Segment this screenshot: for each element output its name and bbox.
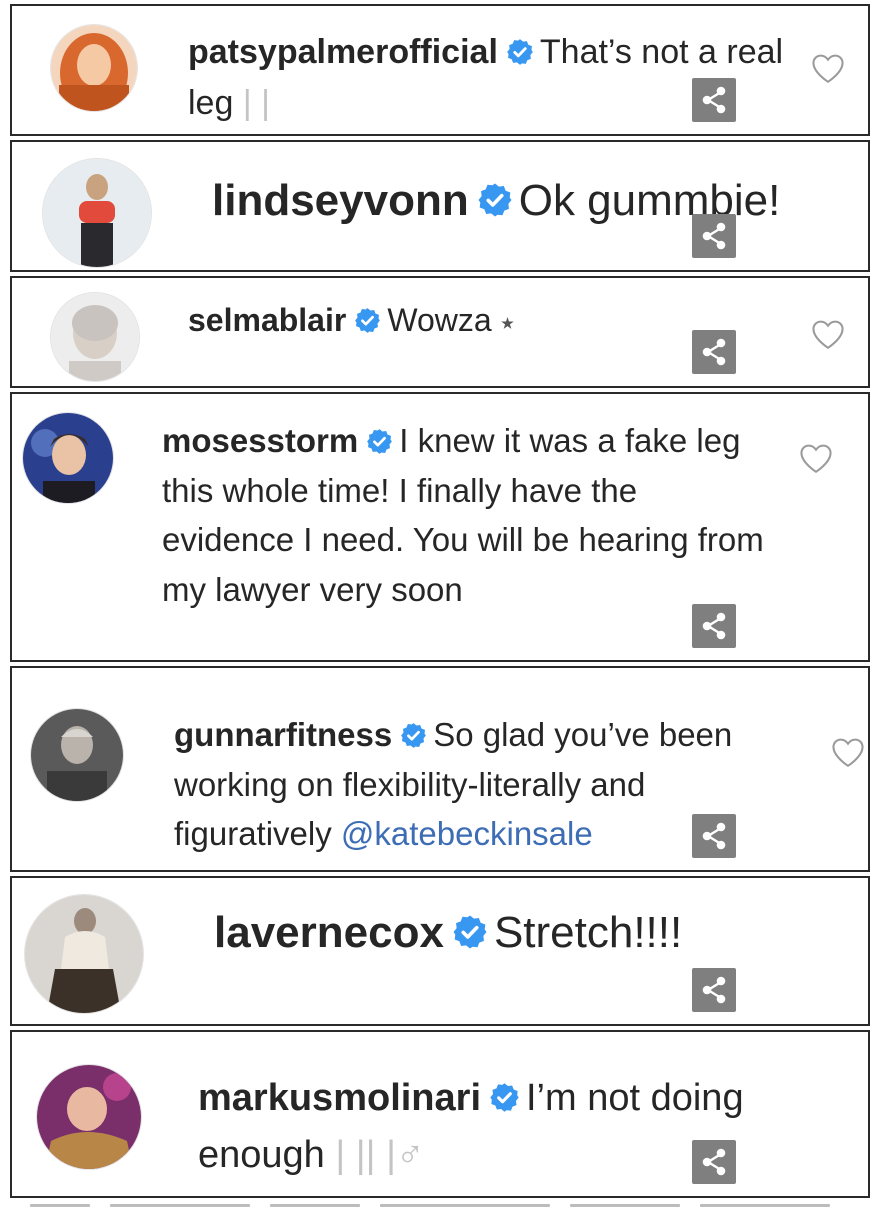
share-icon[interactable] xyxy=(692,604,736,648)
emoji-placeholder: | | xyxy=(242,84,270,122)
comment-text: lindseyvonn Ok gummbie! xyxy=(212,168,832,234)
username[interactable]: lindseyvonn xyxy=(212,176,469,225)
comment-card: markusmolinari I’m not doing enough | || … xyxy=(10,1030,870,1198)
verified-badge-icon xyxy=(452,914,488,950)
comment-card: mosesstorm I knew it was a fake leg this … xyxy=(10,392,870,662)
avatar[interactable] xyxy=(50,24,138,112)
comment-text: mosesstorm I knew it was a fake leg this … xyxy=(162,416,772,614)
username[interactable]: gunnarfitness xyxy=(174,716,392,753)
comment-card: lavernecox Stretch!!!! xyxy=(10,876,870,1026)
comment-body: Stretch!!!! xyxy=(493,908,683,957)
comment-card: selmablair Wowza ⭑ xyxy=(10,276,870,388)
comment-card: gunnarfitness So glad you’ve been working… xyxy=(10,666,870,872)
share-icon[interactable] xyxy=(692,1140,736,1184)
comment-card: lindseyvonn Ok gummbie! xyxy=(10,140,870,272)
comment-card: patsypalmerofficial That’s not a real leg… xyxy=(10,4,870,136)
comment-body: Ok gummbie! xyxy=(518,176,781,225)
comment-text: markusmolinari I’m not doing enough | || … xyxy=(198,1070,838,1184)
avatar[interactable] xyxy=(22,412,114,504)
username[interactable]: markusmolinari xyxy=(198,1077,481,1119)
avatar[interactable] xyxy=(36,1064,142,1170)
verified-badge-icon xyxy=(506,38,534,66)
cropped-caption-remnant xyxy=(0,1200,880,1210)
username[interactable]: mosesstorm xyxy=(162,422,358,459)
heart-outline-icon[interactable] xyxy=(810,52,846,84)
avatar[interactable] xyxy=(42,158,152,268)
comment-body: Wowza xyxy=(387,302,492,338)
share-icon[interactable] xyxy=(692,78,736,122)
verified-badge-icon xyxy=(354,307,381,334)
heart-outline-icon[interactable] xyxy=(798,442,834,474)
heart-outline-icon[interactable] xyxy=(830,736,866,768)
verified-badge-icon xyxy=(400,722,427,749)
username[interactable]: lavernecox xyxy=(214,908,444,957)
share-icon[interactable] xyxy=(692,214,736,258)
avatar[interactable] xyxy=(24,894,144,1014)
heart-outline-icon[interactable] xyxy=(810,318,846,350)
verified-badge-icon xyxy=(366,428,393,455)
share-icon[interactable] xyxy=(692,968,736,1012)
emoji-placeholder: | || |♂ xyxy=(335,1134,425,1176)
share-icon[interactable] xyxy=(692,814,736,858)
username[interactable]: patsypalmerofficial xyxy=(188,33,498,71)
mention-link[interactable]: @katebeckinsale xyxy=(341,815,593,852)
avatar[interactable] xyxy=(50,292,140,382)
emoji-placeholder: ⭑ xyxy=(500,307,515,337)
verified-badge-icon xyxy=(477,182,513,218)
avatar[interactable] xyxy=(30,708,124,802)
share-icon[interactable] xyxy=(692,330,736,374)
comment-text: lavernecox Stretch!!!! xyxy=(214,900,834,966)
verified-badge-icon xyxy=(489,1082,520,1113)
username[interactable]: selmablair xyxy=(188,302,346,338)
